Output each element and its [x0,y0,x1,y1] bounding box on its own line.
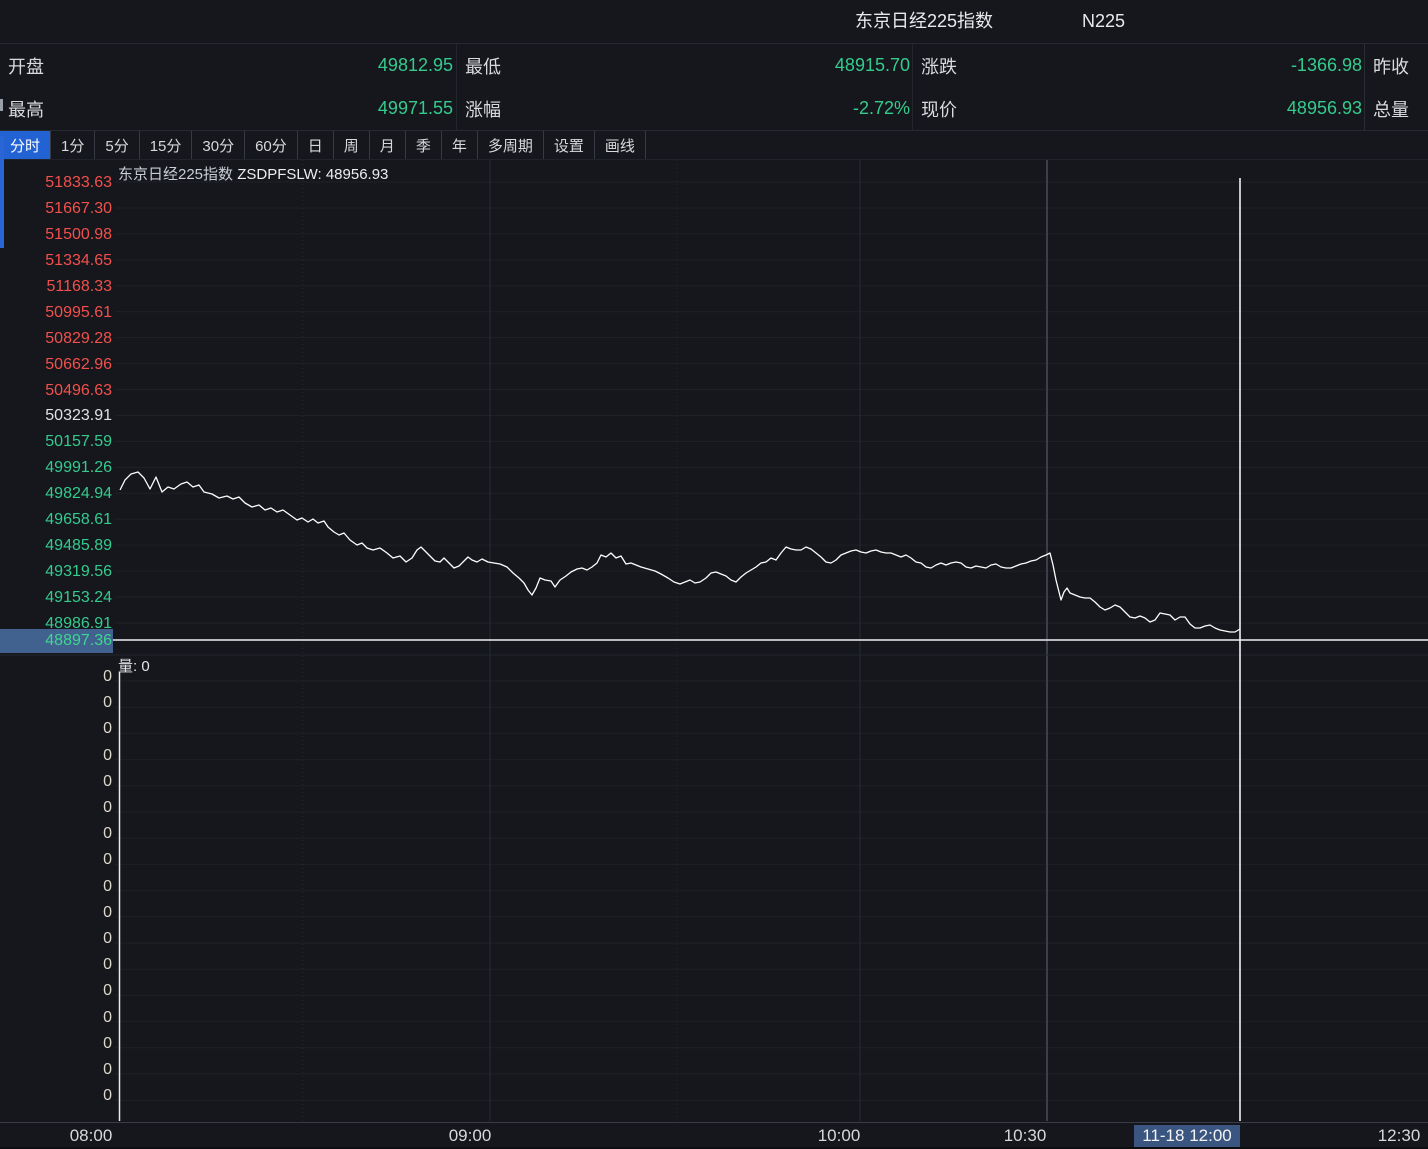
toolbar-item-5[interactable]: 30分 [192,131,245,159]
volume-axis-label: 0 [0,1036,112,1052]
price-axis-label: 49485.89 [0,537,112,554]
toolbar-item-10[interactable]: 季 [406,131,442,159]
price-axis-label: 50496.63 [0,382,112,399]
toolbar-item-2[interactable]: 1分 [51,131,95,159]
time-axis-label: 10:00 [818,1123,861,1149]
volume-axis-label: 0 [0,931,112,947]
period-toolbar: 分时1分5分15分30分60分日周月季年多周期设置画线 [0,131,1428,160]
quote-col-change-last: 涨跌 -1366.98 现价 48956.93 [912,44,1365,130]
overlay-index-name: 东京日经225指数 [118,166,233,183]
crosshair-price-tag: 48897.36 [0,629,113,653]
volume-axis-label: 0 [0,879,112,895]
index-symbol: N225 [1082,0,1125,43]
stock-chart-window: 东京日经225指数 N225 开盘 49812.95 最高 49971.55 最… [0,0,1428,1149]
time-axis-label: 08:00 [70,1123,113,1149]
price-axis-label: 50157.59 [0,433,112,450]
volume-axis-label: 0 [0,721,112,737]
volume-axis-label: 0 [0,800,112,816]
toolbar-item-1[interactable]: 分时 [0,131,51,159]
time-axis: 11-18 12:00 08:00 09:00 10:00 10:30 12:30 [0,1122,1428,1149]
title-bar: 东京日经225指数 N225 [0,0,1428,44]
price-axis-label: 50995.61 [0,304,112,321]
toolbar-item-4[interactable]: 15分 [140,131,193,159]
volume-readout: 量: 0 [118,655,150,676]
toolbar-item-12[interactable]: 多周期 [478,131,544,159]
change-value: -1366.98 [957,55,1365,76]
price-axis-label: 49319.56 [0,563,112,580]
crosshair-time-tag: 11-18 12:00 [1134,1125,1240,1147]
last-label: 现价 [913,96,957,122]
high-label: 最高 [0,96,44,122]
toolbar-item-3[interactable]: 5分 [95,131,139,159]
chart-area[interactable]: 东京日经225指数 ZSDPFSLW: 48956.93 51833.63 516… [0,160,1428,1149]
toolbar-item-14[interactable]: 画线 [595,131,646,159]
quote-last: 现价 48956.93 [913,87,1365,130]
price-axis-label: 50829.28 [0,330,112,347]
quote-col-prevclose-volume: 昨收 总量 [1364,44,1428,130]
volume-axis-label: 0 [0,905,112,921]
quote-change: 涨跌 -1366.98 [913,44,1365,87]
volume-axis-label: 0 [0,774,112,790]
volume-axis-label: 0 [0,826,112,842]
quote-low: 最低 48915.70 [457,44,913,87]
price-axis-label: 50323.91 [0,407,112,424]
index-name: 东京日经225指数 [855,0,993,43]
low-label: 最低 [457,53,501,79]
change-pct-label: 涨幅 [457,96,501,122]
price-axis-label: 49658.61 [0,511,112,528]
toolbar-item-9[interactable]: 月 [370,131,406,159]
toolbar-item-13[interactable]: 设置 [544,131,595,159]
open-label: 开盘 [0,53,44,79]
volume-axis-label: 0 [0,695,112,711]
time-axis-label: 10:30 [1004,1123,1047,1149]
quote-prev-close: 昨收 [1365,44,1428,87]
price-axis-label: 49153.24 [0,589,112,606]
price-line [120,472,1240,632]
volume-axis-label: 0 [0,1062,112,1078]
price-axis-label: 49824.94 [0,485,112,502]
time-axis-label: 12:30 [1378,1123,1421,1149]
toolbar-item-6[interactable]: 60分 [245,131,298,159]
quote-change-pct: 涨幅 -2.72% [457,87,913,130]
volume-axis-label: 0 [0,983,112,999]
chart-overlay-title: 东京日经225指数 ZSDPFSLW: 48956.93 [118,163,388,184]
low-value: 48915.70 [501,55,913,76]
price-axis-label: 51667.30 [0,200,112,217]
toolbar-item-11[interactable]: 年 [442,131,478,159]
toolbar-item-7[interactable]: 日 [298,131,334,159]
change-label: 涨跌 [913,53,957,79]
price-axis-label: 50662.96 [0,356,112,373]
time-axis-label: 09:00 [449,1123,492,1149]
price-axis-label: 51833.63 [0,174,112,191]
prev-close-label: 昨收 [1365,53,1409,79]
quote-open: 开盘 49812.95 [0,44,456,87]
open-value: 49812.95 [44,55,456,76]
panel-edge-marker [0,99,3,111]
volume-axis-label: 0 [0,669,112,685]
last-value: 48956.93 [957,98,1365,119]
quote-col-open-high: 开盘 49812.95 最高 49971.55 [0,44,456,130]
volume-axis-label: 0 [0,1088,112,1104]
chart-canvas[interactable] [0,160,1428,1149]
volume-axis-label: 0 [0,957,112,973]
volume-axis-label: 0 [0,748,112,764]
quote-col-low-pct: 最低 48915.70 涨幅 -2.72% [456,44,913,130]
toolbar-item-8[interactable]: 周 [334,131,370,159]
volume-axis-label: 0 [0,1010,112,1026]
price-axis-label: 51168.33 [0,278,112,295]
quote-high: 最高 49971.55 [0,87,456,130]
change-pct-value: -2.72% [501,98,913,119]
total-volume-label: 总量 [1365,96,1409,122]
overlay-indicator-value: ZSDPFSLW: 48956.93 [237,166,388,183]
price-axis-label: 51334.65 [0,252,112,269]
high-value: 49971.55 [44,98,456,119]
quote-total-volume: 总量 [1365,87,1428,130]
price-axis-label: 51500.98 [0,226,112,243]
quote-panel: 开盘 49812.95 最高 49971.55 最低 48915.70 涨幅 -… [0,44,1428,131]
volume-axis-label: 0 [0,852,112,868]
left-scrollbar-thumb[interactable] [0,136,4,248]
price-axis-label: 49991.26 [0,459,112,476]
